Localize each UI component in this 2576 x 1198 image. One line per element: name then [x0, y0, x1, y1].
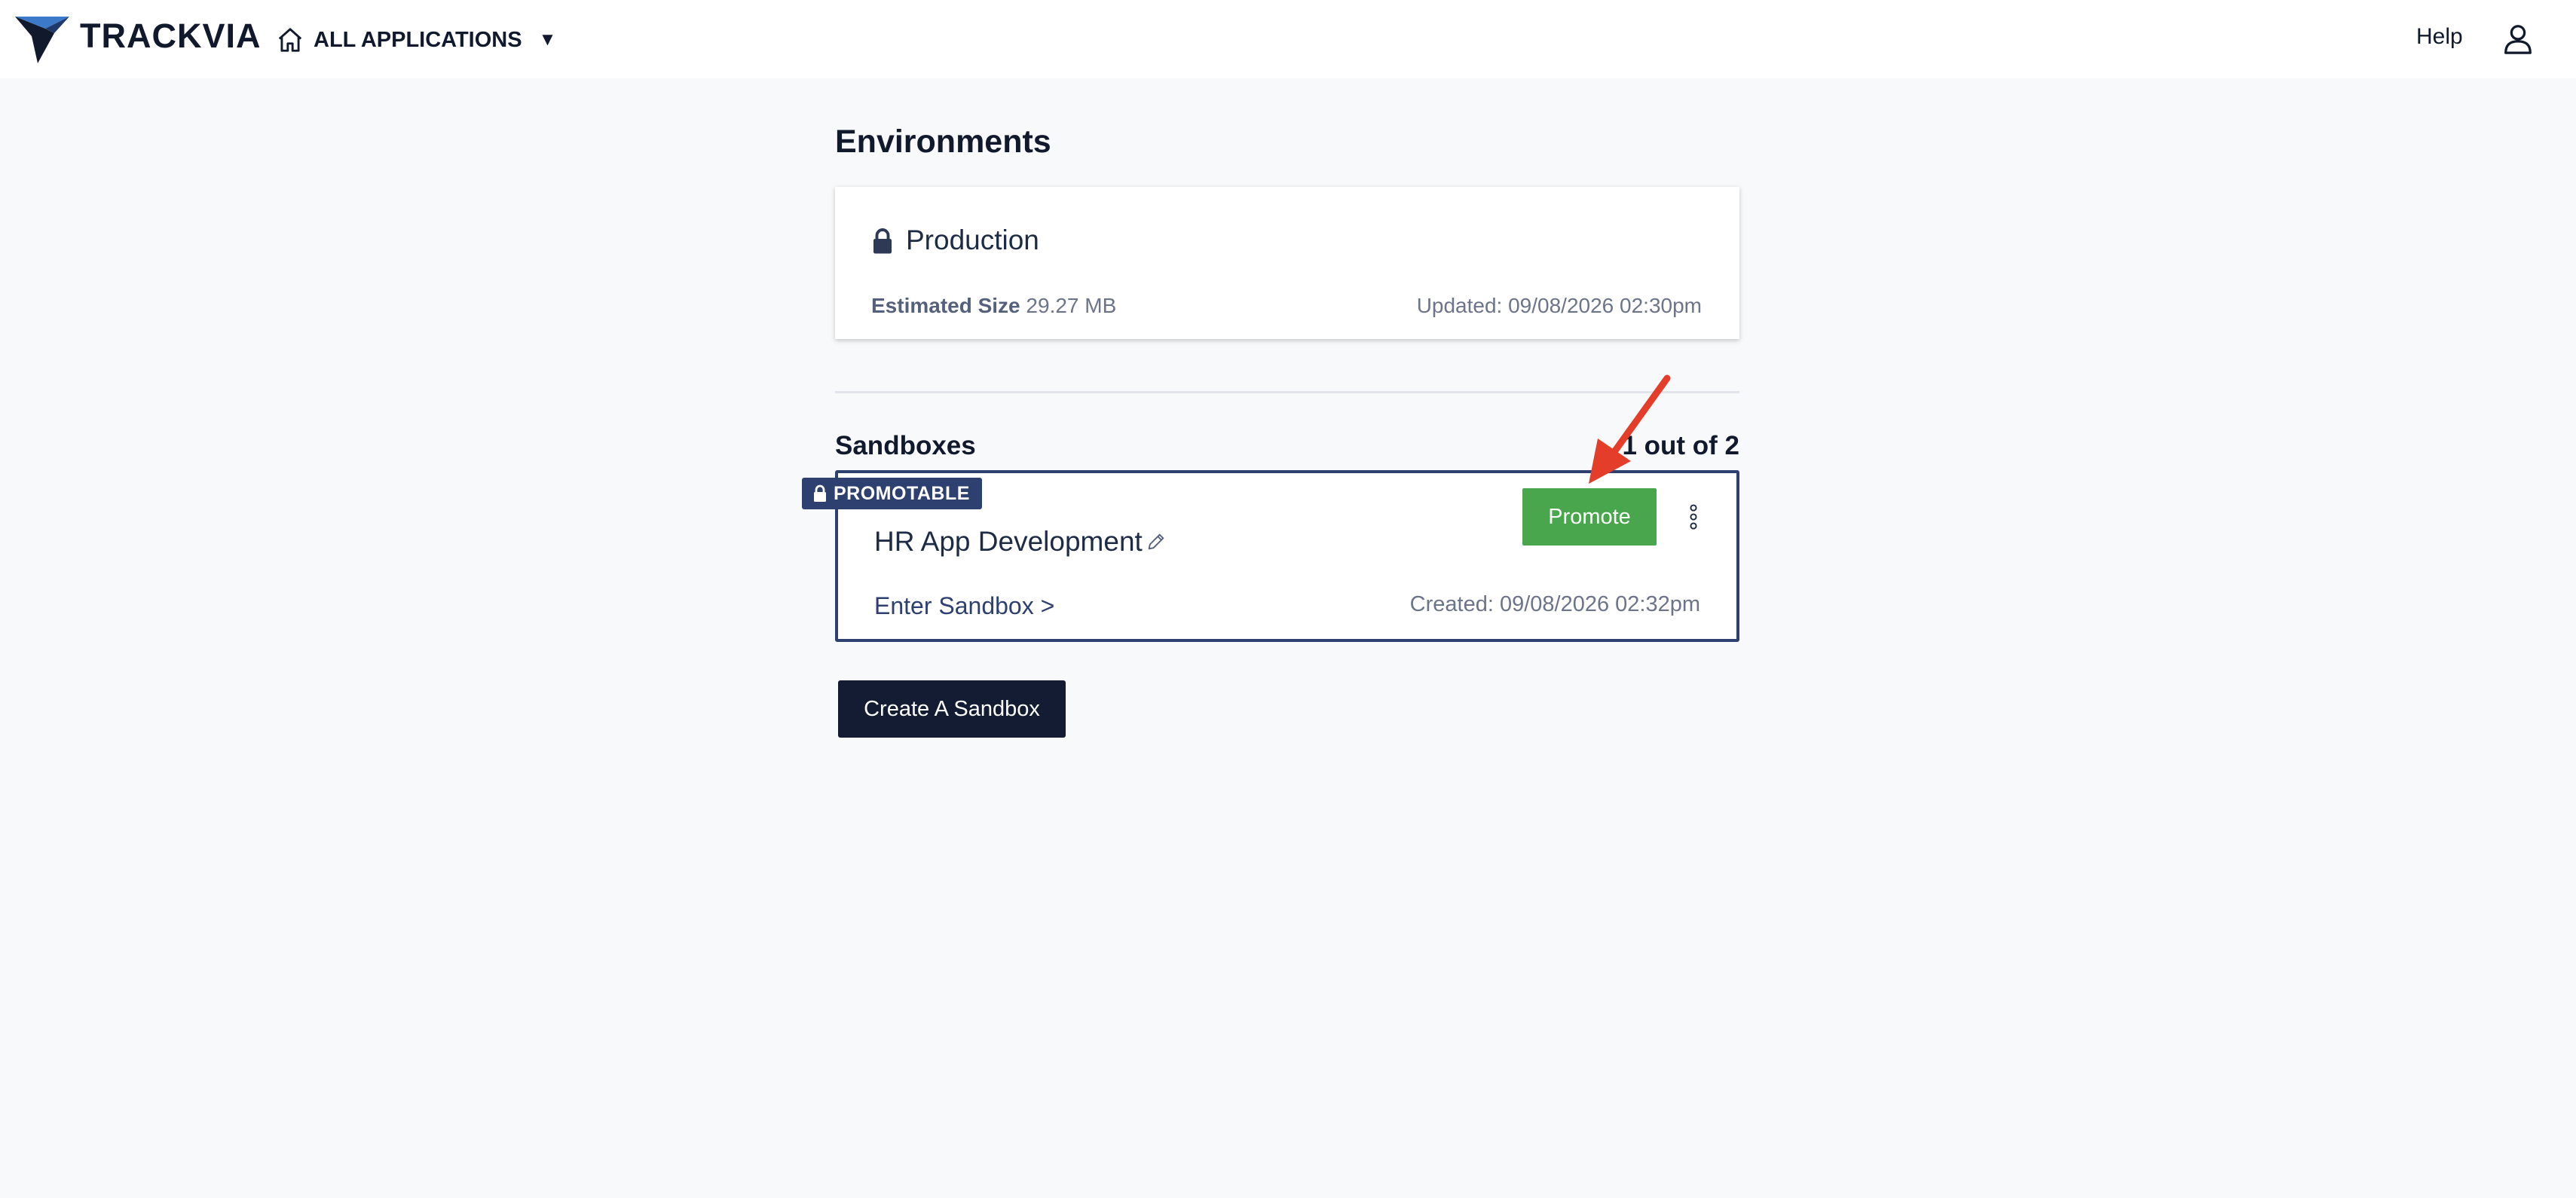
all-applications-menu[interactable]: ALL APPLICATIONS ▼ [276, 21, 556, 59]
more-options-icon[interactable] [1687, 503, 1700, 530]
production-updated: Updated: 09/08/2026 02:30pm [1416, 294, 1702, 317]
top-bar: TRACKVIA ALL APPLICATIONS ▼ Help [0, 0, 2576, 78]
promote-button[interactable]: Promote [1522, 488, 1657, 546]
promotable-badge-label: PROMOTABLE [834, 482, 970, 504]
environments-heading: Environments [835, 124, 1051, 160]
estimated-size-value: 29.27 MB [1026, 294, 1117, 317]
sandboxes-heading: Sandboxes [835, 431, 976, 460]
sandbox-title: HR App Development [874, 526, 1167, 558]
sandbox-created: Created: 09/08/2026 02:32pm [1409, 592, 1700, 616]
promotable-badge: PROMOTABLE [802, 478, 982, 509]
section-divider [835, 391, 1739, 393]
create-sandbox-button[interactable]: Create A Sandbox [838, 680, 1066, 738]
estimated-size: Estimated Size 29.27 MB [871, 294, 1116, 318]
all-applications-label: ALL APPLICATIONS [314, 27, 522, 52]
caret-down-icon: ▼ [538, 29, 557, 50]
sandbox-name: HR App Development [874, 526, 1143, 557]
estimated-size-label: Estimated Size [871, 294, 1020, 317]
lock-icon [814, 484, 826, 502]
trackvia-logo-icon [15, 17, 69, 63]
enter-sandbox-link[interactable]: Enter Sandbox > [874, 592, 1054, 620]
user-profile-icon[interactable] [2501, 21, 2535, 56]
home-icon [278, 28, 302, 52]
sandboxes-count: 1 out of 2 [1622, 431, 1739, 460]
help-link[interactable]: Help [2416, 24, 2463, 50]
lock-icon [873, 228, 892, 254]
pencil-edit-icon[interactable] [1146, 531, 1167, 552]
production-title: Production [906, 225, 1039, 255]
brand-name: TRACKVIA [80, 17, 262, 55]
production-card: Production Estimated Size 29.27 MB Updat… [835, 187, 1739, 339]
